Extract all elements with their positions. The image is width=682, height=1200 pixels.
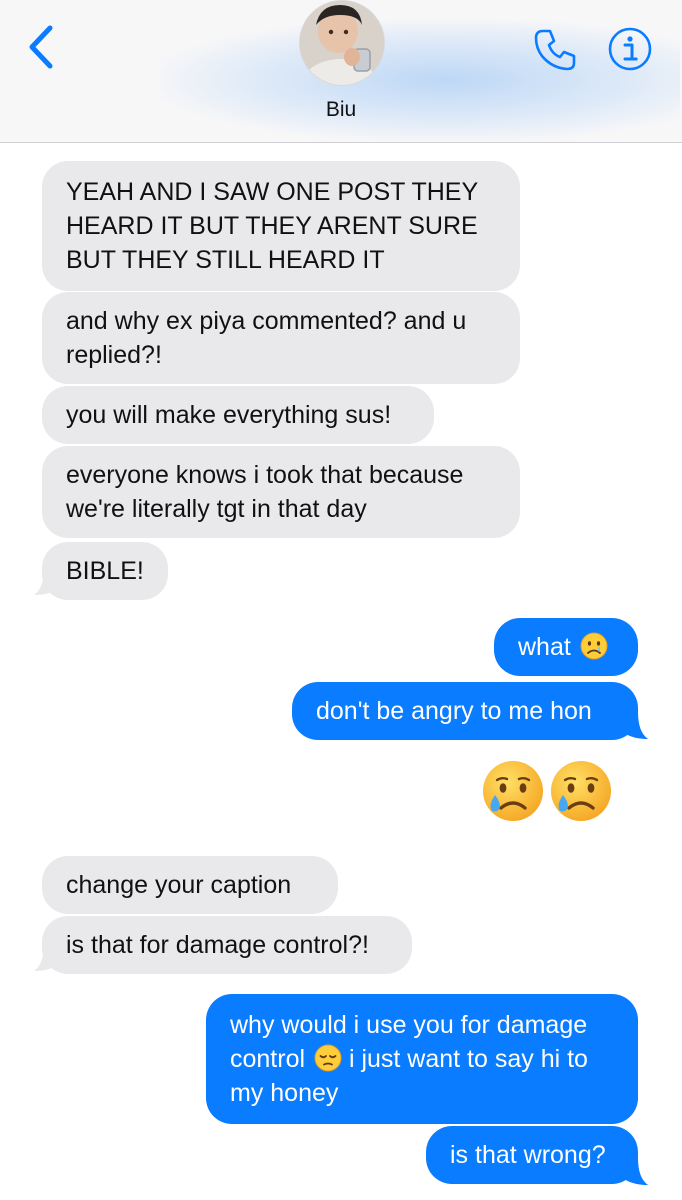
crying-face-emoji[interactable]: [548, 758, 614, 824]
message-line: you will make everything sus!: [66, 401, 392, 429]
message-line: HEARD IT BUT THEY ARENT SURE: [66, 212, 478, 240]
message-line: control i just want to say hi to: [230, 1042, 614, 1076]
info-icon: [608, 27, 652, 71]
contact-name[interactable]: Biu: [0, 98, 682, 122]
info-button[interactable]: [607, 26, 653, 72]
message-line: is that for damage control?!: [66, 931, 369, 959]
message-line: BIBLE!: [66, 557, 144, 585]
header-background-glow: [160, 20, 680, 140]
back-button[interactable]: [22, 22, 62, 72]
incoming-message[interactable]: and why ex piya commented? and u replied…: [42, 292, 520, 384]
message-text: don't be angry to me hon: [316, 697, 592, 725]
conversation-header: Biu: [0, 0, 682, 143]
pensive-face-emoji: [314, 1044, 342, 1072]
crying-face-emoji: [580, 632, 608, 660]
crying-face-emoji[interactable]: [480, 758, 546, 824]
message-text: control: [230, 1045, 306, 1073]
phone-icon: [534, 29, 576, 71]
message-line: everyone knows i took that because: [66, 461, 464, 489]
outgoing-message[interactable]: what: [494, 618, 638, 676]
message-line: why would i use you for damage: [230, 1011, 588, 1039]
contact-avatar[interactable]: [299, 0, 385, 86]
message-text: i just want to say hi to: [348, 1045, 588, 1073]
incoming-message[interactable]: is that for damage control?!: [42, 916, 412, 974]
incoming-message[interactable]: you will make everything sus!: [42, 386, 434, 444]
chevron-left-icon: [29, 25, 53, 69]
message-line: YEAH AND I SAW ONE POST THEY: [66, 178, 479, 206]
message-text: what: [518, 633, 571, 661]
message-line: and why ex piya commented? and u: [66, 307, 467, 335]
avatar-photo: [300, 1, 384, 85]
outgoing-message[interactable]: don't be angry to me hon: [292, 682, 638, 740]
call-button[interactable]: [530, 24, 580, 74]
outgoing-message[interactable]: is that wrong?: [426, 1126, 638, 1184]
outgoing-message[interactable]: why would i use you for damage control i…: [206, 994, 638, 1124]
message-line: we're literally tgt in that day: [66, 495, 367, 523]
incoming-message[interactable]: BIBLE!: [42, 542, 168, 600]
incoming-message[interactable]: change your caption: [42, 856, 338, 914]
message-line: replied?!: [66, 341, 162, 369]
message-text: is that wrong?: [450, 1141, 606, 1169]
incoming-message[interactable]: everyone knows i took that because we're…: [42, 446, 520, 538]
message-line: change your caption: [66, 871, 292, 899]
incoming-message[interactable]: YEAH AND I SAW ONE POST THEY HEARD IT BU…: [42, 161, 520, 291]
message-line: my honey: [230, 1079, 339, 1107]
message-line: BUT THEY STILL HEARD IT: [66, 246, 385, 274]
